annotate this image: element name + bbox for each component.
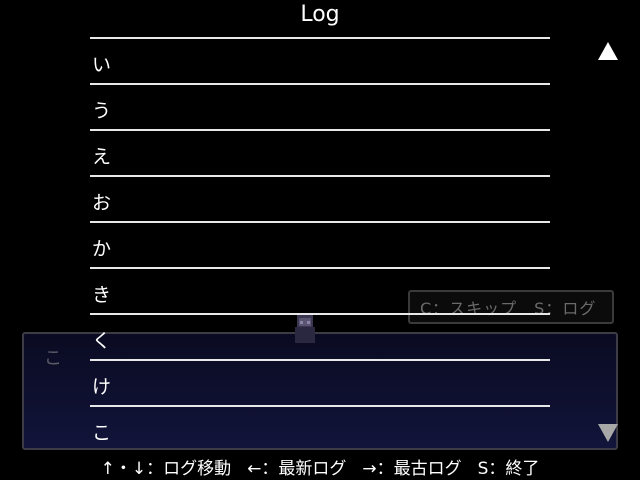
log-entry-text: か (92, 238, 112, 260)
log-entry-text: お (92, 192, 112, 214)
log-entry-text: こ (92, 422, 112, 444)
triangle-down-icon[interactable] (598, 424, 618, 442)
help-newest: ←：最新ログ (247, 458, 347, 479)
help-scroll: ↑・↓：ログ移動 (100, 458, 232, 479)
log-entry: え (90, 129, 550, 175)
help-oldest: →：最古ログ (362, 458, 462, 479)
log-entry-text: う (92, 100, 112, 122)
message-window-text: こ (44, 348, 62, 369)
log-entry: お (90, 175, 550, 221)
log-entry: う (90, 83, 550, 129)
log-entry: け (90, 359, 550, 405)
log-entry: こ (90, 405, 550, 451)
log-list[interactable]: い う え お か き く け こ (90, 37, 550, 451)
log-entry: く (90, 313, 550, 359)
log-entry-text: え (92, 146, 112, 168)
log-entry: か (90, 221, 550, 267)
help-exit: S：終了 (477, 458, 540, 479)
log-title: Log (300, 2, 340, 27)
log-entry-text: い (92, 54, 112, 76)
triangle-up-icon[interactable] (598, 42, 618, 60)
log-entry-text: く (92, 330, 112, 352)
log-entry: い (90, 37, 550, 83)
log-entry-text: け (92, 376, 112, 398)
log-entry: き (90, 267, 550, 313)
controls-help-bar: ↑・↓：ログ移動 ←：最新ログ →：最古ログ S：終了 (0, 452, 640, 480)
log-entry-text: き (92, 284, 112, 306)
